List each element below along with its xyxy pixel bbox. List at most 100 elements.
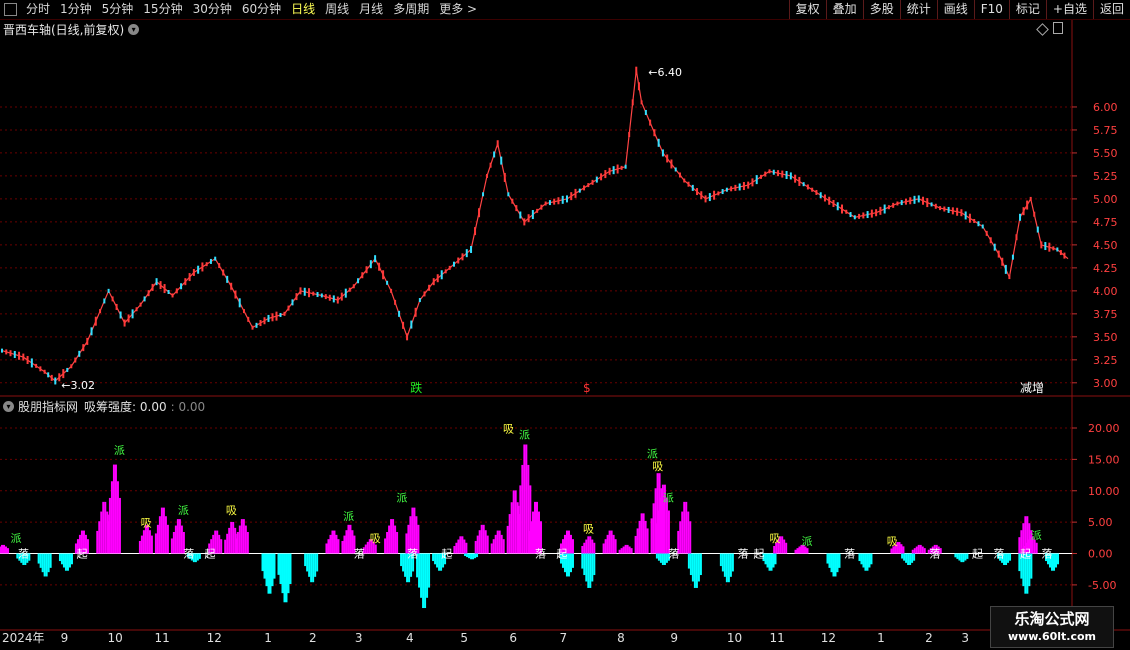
ind-bar-0-23-6 [608,530,611,554]
candle-44-1 [772,169,775,175]
candle-31-0 [523,218,526,226]
candle-11-4 [209,258,212,264]
candle-43-4 [764,171,767,177]
ind-bar-0-17-0 [490,543,493,554]
candle-10-3 [184,278,187,286]
candle-42-0 [725,187,728,192]
candle-38-2 [649,119,652,126]
ind-bar-0-10-6 [331,530,334,554]
ind-bar-0-5-6 [160,507,163,554]
ind-bar-0-3-6 [112,464,115,554]
candle-1-0 [22,353,25,361]
candle-8-1 [143,296,146,302]
ind-bar-0-16-4 [478,530,481,554]
candle-40-0 [683,178,686,183]
ind-label-18: 吸 [583,523,594,536]
chevron-down-icon[interactable]: ▾ [3,401,14,412]
ind-bar-0-35-12 [1035,542,1038,554]
candle-40-3 [696,188,699,196]
candle-8-2 [147,290,150,297]
candle-0-1 [5,349,8,355]
candle-49-1 [879,206,882,215]
ind-bar-1-16-2 [764,553,767,565]
watermark-url: www.60lt.com [1007,630,1097,643]
ind-bar-0-3-8 [114,464,117,554]
date-axis: 2024年 9 10 11 12 1 2 3 4 5 6 7 8 9 10 11 12 1 2 3 [0,631,1072,646]
candle-54-3 [993,243,996,251]
ind-bar-0-25-10 [644,520,647,554]
candle-21-0 [374,255,377,263]
ind-bar-0-5-4 [158,516,161,554]
ind-bar-1-5-10 [287,553,290,594]
ind-bar-0-8-8 [232,521,235,554]
candle-42-1 [730,186,733,192]
date-label-4: 12 [206,631,222,645]
candle-48-4 [870,209,873,218]
ind-bar-0-2-8 [104,501,107,554]
ind-bar-0-5-0 [154,533,157,554]
ind-label-11: 吸 [370,532,381,545]
ind-bar-0-13-4 [388,525,391,554]
candle-25-2 [440,270,443,280]
ind-bar-1-4-4 [265,553,268,587]
ind-bar-0-15-10 [463,539,466,554]
candle-45-4 [806,184,809,190]
ind-bar-0-21-12 [571,539,574,554]
candle-5-1 [90,327,93,336]
candle-58-1 [1033,211,1036,217]
candle-27-1 [474,227,477,236]
ind-bar-0-0-8 [3,544,5,554]
candle-41-3 [717,191,720,196]
candle-56-2 [1015,234,1018,241]
ind-bar-1-9-4 [436,553,439,568]
candle-28-1 [489,162,492,168]
candle-53-2 [968,213,971,223]
candle-4-0 [70,364,73,369]
ind-bar-0-8-6 [230,521,233,554]
candle-34-0 [587,183,590,188]
ind-bar-0-30-12 [806,548,809,554]
ind-bar-0-11-0 [341,540,344,554]
candle-33-3 [578,188,581,193]
ind-bar-1-15-6 [725,553,728,583]
candle-40-2 [691,184,694,191]
ind-bar-1-14-8 [695,553,698,588]
ind-bar-0-13-10 [394,525,397,554]
ind-bar-0-22-10 [591,539,594,554]
date-label-13: 9 [670,631,679,645]
ind-bar-0-24-2 [620,548,623,554]
ind-bar-0-15-8 [461,536,464,554]
candle-26-3 [461,253,464,261]
candle-20-2 [361,272,364,279]
ind-bar-0-27-2 [657,510,660,554]
ind-bar-0-12-4 [366,541,369,554]
ind-label-34: 派 [1031,529,1042,542]
candle-19-2 [344,288,347,298]
candle-46-4 [828,196,831,205]
candle-18-3 [332,295,335,303]
ind-bar-0-11-2 [343,535,346,554]
candle-42-3 [738,183,741,191]
candle-6-3 [119,311,122,319]
candle-26-0 [448,265,451,270]
ind-bar-0-19-8 [525,444,528,554]
ind-bar-0-16-8 [482,524,485,554]
candle-59-2 [1048,242,1051,252]
ind-bar-1-17-0 [826,553,829,564]
ind-label-35: 落 [1041,548,1052,561]
candle-57-0 [1019,213,1022,221]
ind-bar-1-2-2 [60,553,63,565]
indicator-extra: : 0.00 [170,399,206,414]
ind-bar-0-4-2 [140,535,143,554]
ind-label-8: 吸 [226,504,237,517]
ind-bar-0-9-8 [242,519,245,554]
ind-bar-1-16-12 [774,553,777,565]
candle-44-0 [768,169,771,174]
ind-bar-1-18-8 [866,553,869,571]
candle-32-1 [548,200,551,206]
ind-bar-0-3-2 [108,497,111,554]
candle-13-4 [247,316,250,322]
ind-bar-0-24-10 [628,546,631,554]
ind-bar-0-9-10 [244,525,247,554]
main-tick-label-6: 4.50 [1093,239,1118,252]
